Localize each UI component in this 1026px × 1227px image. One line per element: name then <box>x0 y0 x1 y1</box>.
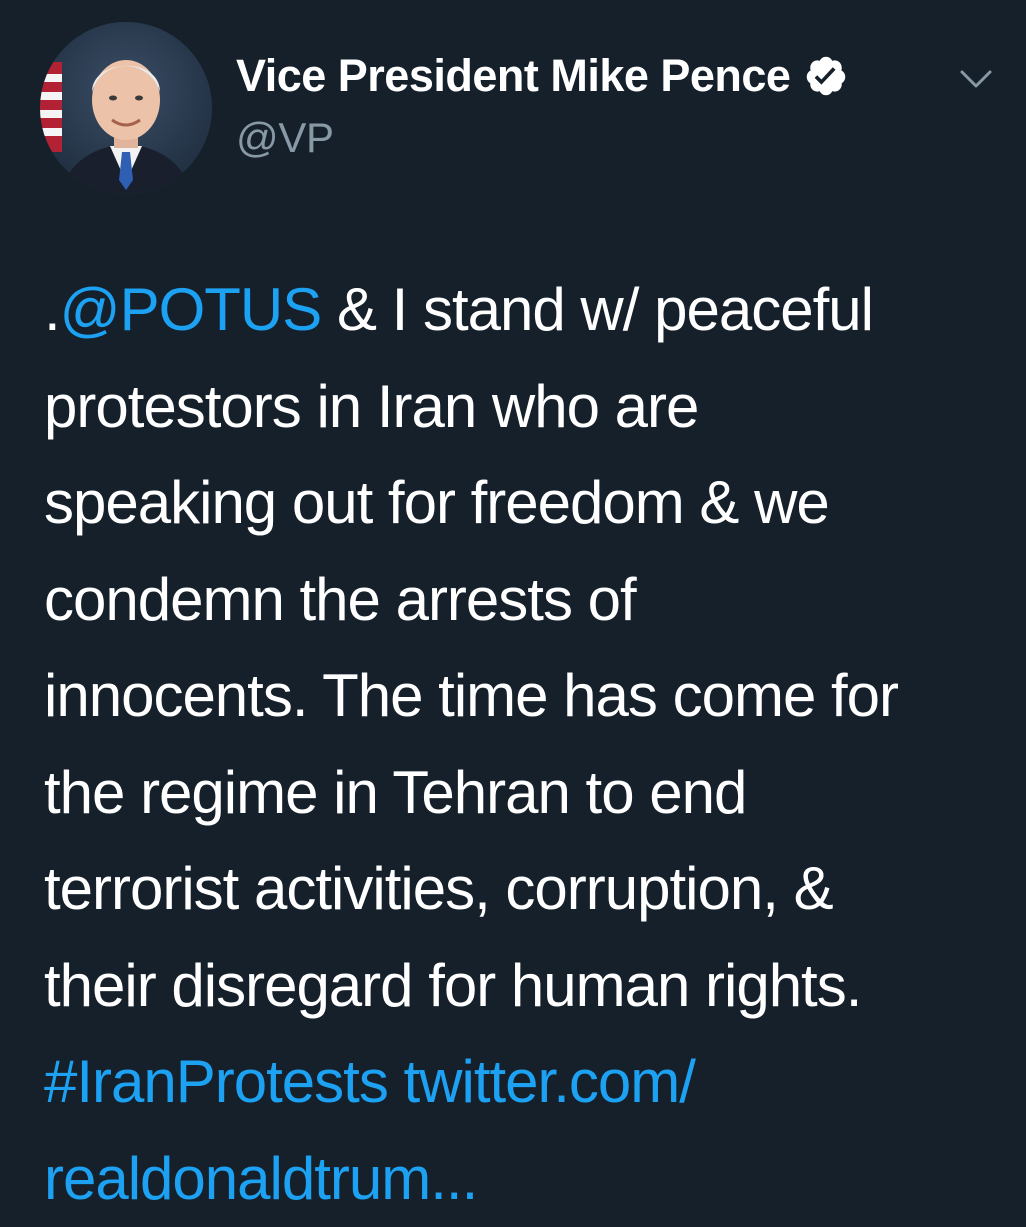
url-link[interactable]: twitter.com/ <box>404 1048 695 1115</box>
display-name[interactable]: Vice President Mike Pence <box>236 50 790 102</box>
tweet-line: speaking out for freedom & we <box>44 455 1004 552</box>
tweet-line: realdonaldtrum... <box>44 1131 1004 1227</box>
tweet-line: terrorist activities, corruption, & <box>44 841 1004 938</box>
tweet-line: condemn the arrests of <box>44 552 1004 649</box>
verified-badge-icon <box>804 54 848 98</box>
tweet-line: .@POTUS & I stand w/ peaceful <box>44 262 1004 359</box>
tweet-header: Vice President Mike Pence @VP <box>236 46 848 162</box>
tweet-card: Vice President Mike Pence @VP .@POTUS & … <box>0 0 1026 1200</box>
tweet-line: their disregard for human rights. <box>44 938 1004 1035</box>
mention-link[interactable]: @POTUS <box>60 276 322 343</box>
tweet-line: innocents. The time has come for <box>44 648 1004 745</box>
tweet-line: protestors in Iran who are <box>44 359 1004 456</box>
name-row: Vice President Mike Pence <box>236 46 848 106</box>
tweet-line: the regime in Tehran to end <box>44 745 1004 842</box>
user-handle[interactable]: @VP <box>236 114 848 162</box>
tweet-text-prefix: . <box>44 276 60 343</box>
profile-photo <box>40 22 212 194</box>
tweet-line: #IranProtests twitter.com/ <box>44 1034 1004 1131</box>
url-link-continued[interactable]: realdonaldtrum... <box>44 1145 477 1212</box>
hashtag-link[interactable]: #IranProtests <box>44 1048 388 1115</box>
avatar[interactable] <box>40 22 212 194</box>
tweet-text: .@POTUS & I stand w/ peaceful protestors… <box>44 262 1004 1227</box>
tweet-text-segment: & I stand w/ peaceful <box>321 276 873 343</box>
chevron-down-icon[interactable] <box>956 64 996 92</box>
